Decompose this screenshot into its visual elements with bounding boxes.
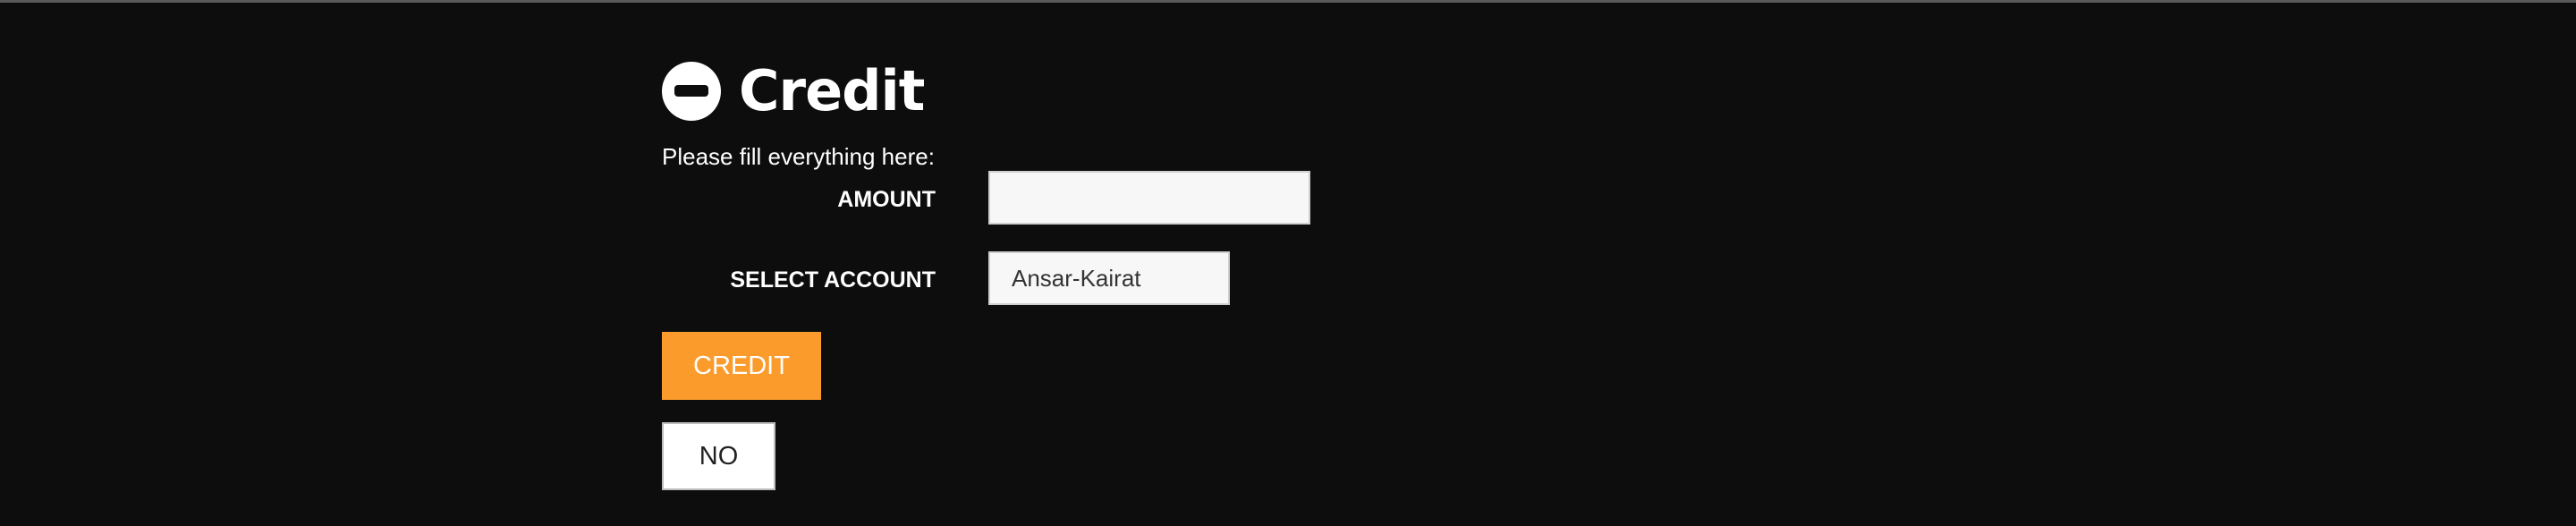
credit-form-panel: Credit Please fill everything here: AMOU… xyxy=(662,0,1467,526)
page-title: Credit xyxy=(739,58,925,123)
amount-input[interactable] xyxy=(988,171,1310,225)
amount-label: AMOUNT xyxy=(837,187,936,212)
no-button[interactable]: NO xyxy=(662,422,775,490)
account-label: SELECT ACCOUNT xyxy=(730,267,936,293)
title-row: Credit xyxy=(662,55,925,127)
account-select[interactable]: Ansar-Kairat xyxy=(988,251,1230,305)
credit-button[interactable]: CREDIT xyxy=(662,332,821,400)
form-instructions: Please fill everything here: xyxy=(662,143,935,170)
minus-circle-icon xyxy=(662,62,721,121)
